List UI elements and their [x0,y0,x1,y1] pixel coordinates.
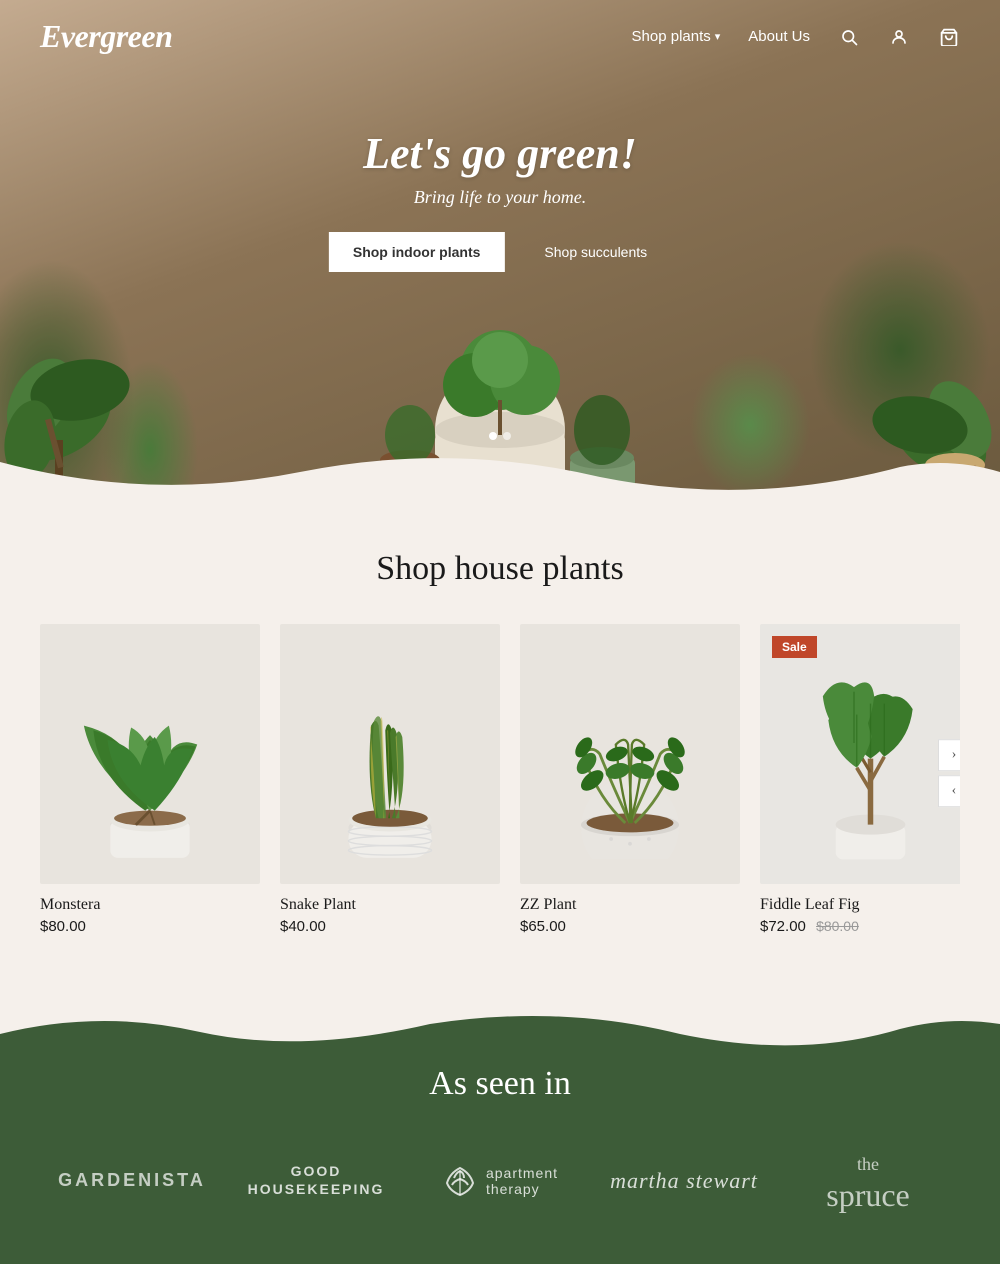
product-original-price-fiddle: $80.00 [816,918,859,934]
product-image-snake [280,624,500,884]
navigation: Evergreen Shop plants ▾ About Us [0,0,1000,73]
search-icon[interactable] [838,26,860,48]
hero-carousel-dots [489,432,511,440]
site-logo[interactable]: Evergreen [40,18,172,55]
product-image-zz [520,624,740,884]
carousel-prev-button[interactable]: ‹ [938,775,960,807]
shop-section: Shop house plants [0,500,1000,965]
hero-title: Let's go green! [329,128,671,179]
product-card-snake[interactable]: Snake Plant $40.00 [280,624,500,935]
apartment-therapy-logo-icon [442,1163,478,1199]
as-seen-in-title: As seen in [40,1065,960,1103]
hero-wave [0,442,1000,500]
products-row: Monstera $80.00 [40,624,960,935]
product-image-fiddle: Sale [760,624,960,884]
carousel-dot-2[interactable] [503,432,511,440]
nav-links: Shop plants ▾ About Us [632,26,960,48]
product-name-fiddle: Fiddle Leaf Fig [760,896,960,914]
shop-indoor-plants-button[interactable]: Shop indoor plants [329,232,505,272]
brand-apartment-therapy: apartment therapy [408,1163,592,1199]
shop-succulents-button[interactable]: Shop succulents [520,232,671,272]
product-name-monstera: Monstera [40,896,260,914]
brand-gardenista: GARDENISTA [40,1170,224,1191]
product-image-monstera [40,624,260,884]
hero-section: Let's go green! Bring life to your home.… [0,0,1000,500]
brands-row: GARDENISTA GOODHOUSEKEEPING apartment th… [40,1147,960,1214]
nav-shop-plants[interactable]: Shop plants ▾ [632,28,721,45]
chevron-down-icon: ▾ [715,30,721,43]
product-card-monstera[interactable]: Monstera $80.00 [40,624,260,935]
hero-content: Let's go green! Bring life to your home.… [329,128,671,272]
account-icon[interactable] [888,26,910,48]
as-seen-in-section: As seen in GARDENISTA GOODHOUSEKEEPING a… [0,1005,1000,1264]
nav-about-us[interactable]: About Us [748,28,810,45]
product-name-zz: ZZ Plant [520,896,740,914]
hero-buttons: Shop indoor plants Shop succulents [329,232,671,272]
product-price-monstera: $80.00 [40,918,260,935]
product-price-zz: $65.00 [520,918,740,935]
product-price-fiddle: $72.00 $80.00 [760,918,960,935]
product-card-zz[interactable]: ZZ Plant $65.00 [520,624,740,935]
cart-icon[interactable] [938,26,960,48]
shop-title: Shop house plants [40,550,960,588]
hero-subtitle: Bring life to your home. [329,187,671,208]
carousel-arrows: › ‹ [938,739,960,807]
brand-martha-stewart: martha stewart [592,1168,776,1194]
brand-goodhousekeeping: GOODHOUSEKEEPING [224,1163,408,1199]
product-card-fiddle[interactable]: Sale [760,624,960,935]
sale-badge: Sale [772,636,817,658]
product-name-snake: Snake Plant [280,896,500,914]
wave-top [0,1005,1000,1059]
brand-the-spruce: the spruce [776,1147,960,1214]
carousel-next-button[interactable]: › [938,739,960,771]
carousel-dot-1[interactable] [489,432,497,440]
product-price-snake: $40.00 [280,918,500,935]
